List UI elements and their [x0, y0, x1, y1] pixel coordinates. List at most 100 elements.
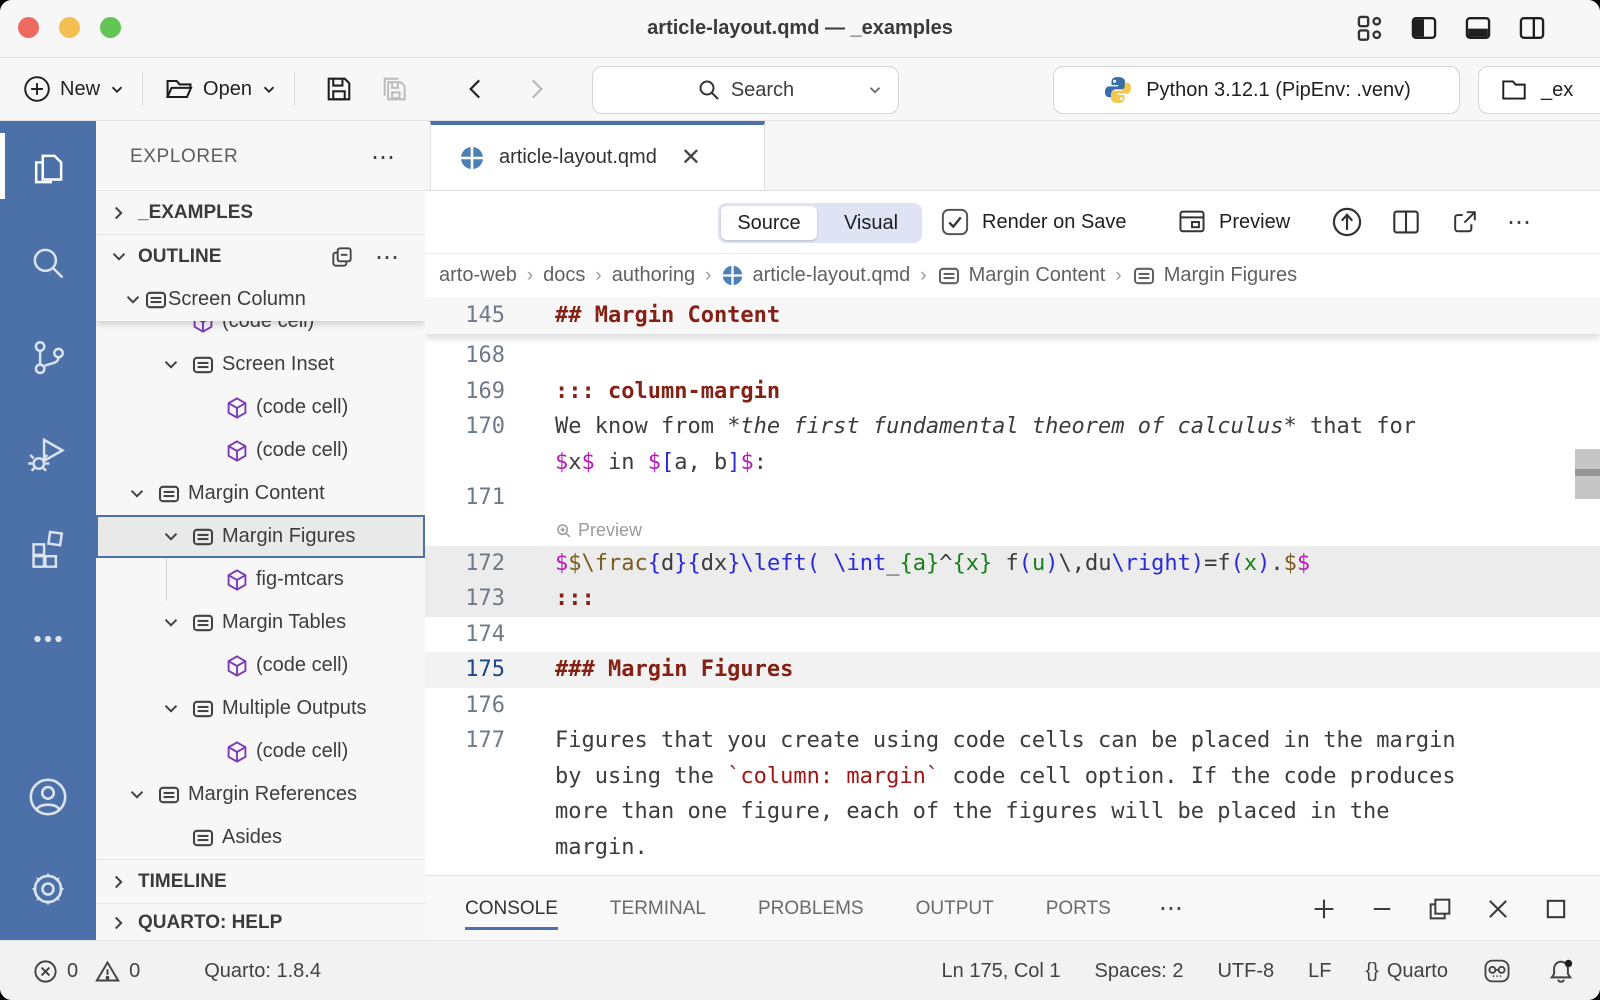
outline-item--code-cell-[interactable]: (code cell)	[96, 386, 425, 429]
error-count: 0	[67, 960, 78, 983]
language-mode-status[interactable]: {} Quarto	[1365, 960, 1448, 983]
section-outline[interactable]: OUTLINE ⋯	[96, 234, 425, 279]
outline-more-actions-icon[interactable]: ⋯	[375, 243, 401, 272]
activity-settings-button[interactable]	[0, 857, 96, 921]
feedback-smiley-icon[interactable]	[1482, 956, 1512, 986]
code-line-173[interactable]: 173:::	[425, 581, 1600, 617]
code-line-174[interactable]: 174	[425, 617, 1600, 653]
code-line-wrap[interactable]: $x$ in $[a, b]$:	[425, 445, 1600, 481]
save-all-button[interactable]	[379, 73, 411, 105]
activity-account-button[interactable]	[0, 765, 96, 829]
source-mode-button[interactable]: Source	[721, 206, 817, 240]
outline-item-screen-inset[interactable]: Screen Inset	[96, 343, 425, 386]
panel-tab-problems[interactable]: PROBLEMS	[758, 880, 864, 938]
outline-item-fig-mtcars[interactable]: fig-mtcars	[96, 558, 425, 601]
editor-more-actions-icon[interactable]: ⋯	[1507, 208, 1533, 237]
activity-extensions-button[interactable]	[0, 515, 96, 579]
breadcrumb-item[interactable]: article-layout.qmd	[721, 264, 910, 287]
preview-button[interactable]: Preview	[1177, 207, 1290, 237]
navigate-forward-button[interactable]	[521, 74, 551, 104]
explorer-more-actions-icon[interactable]: ⋯	[371, 143, 397, 172]
tab-close-icon[interactable]: ✕	[681, 143, 701, 172]
search-scope-chevron-icon[interactable]	[866, 81, 884, 99]
code-line-177[interactable]: 177Figures that you create using code ce…	[425, 723, 1600, 759]
open-button[interactable]: Open	[163, 73, 278, 105]
panel-tab-console[interactable]: CONSOLE	[465, 880, 558, 938]
outline-item-margin-tables[interactable]: Margin Tables	[96, 601, 425, 644]
outline-sticky-item[interactable]: Screen Column	[96, 278, 425, 321]
encoding-status[interactable]: UTF-8	[1217, 960, 1274, 983]
section-timeline[interactable]: TIMELINE	[96, 859, 425, 904]
breadcrumb-item[interactable]: arto-web	[439, 264, 517, 287]
outline-item-asides[interactable]: Asides	[96, 816, 425, 859]
python-interpreter-button[interactable]: Python 3.12.1 (PipEnv: .venv)	[1053, 66, 1460, 114]
toggle-primary-sidebar-icon[interactable]	[1408, 12, 1440, 44]
breadcrumb-item[interactable]: Margin Content	[937, 264, 1106, 288]
panel-minimize-icon[interactable]	[1368, 895, 1396, 923]
eol-status[interactable]: LF	[1308, 960, 1331, 983]
quarto-version-status[interactable]: Quarto: 1.8.4	[204, 960, 321, 983]
new-button[interactable]: New	[22, 74, 126, 104]
split-editor-button[interactable]	[1390, 206, 1422, 238]
activity-source-control-button[interactable]	[0, 325, 96, 389]
code-line-168[interactable]: 168	[425, 338, 1600, 374]
code-line-175[interactable]: 175### Margin Figures	[425, 652, 1600, 688]
outline-item-margin-figures[interactable]: Margin Figures	[96, 515, 425, 558]
breadcrumb-item[interactable]: Margin Figures	[1132, 264, 1297, 288]
open-external-button[interactable]	[1450, 207, 1480, 237]
line-number: 173	[425, 586, 555, 611]
section-examples[interactable]: _EXAMPLES	[96, 190, 425, 235]
code-line-172[interactable]: 172$$\frac{d}{dx}\left( \int_{a}^{x} f(u…	[425, 546, 1600, 582]
code-line-wrap[interactable]: margin.	[425, 830, 1600, 866]
problems-status[interactable]: 0 0	[32, 958, 140, 985]
tab-article-layout[interactable]: article-layout.qmd ✕	[430, 121, 765, 190]
panel-tab-ports[interactable]: PORTS	[1046, 880, 1111, 938]
toggle-panel-icon[interactable]	[1462, 12, 1494, 44]
toggle-secondary-sidebar-icon[interactable]	[1516, 12, 1548, 44]
activity-more-button[interactable]	[0, 607, 96, 671]
code-line-wrap[interactable]: by using the `column: margin` code cell …	[425, 759, 1600, 795]
workspace-button[interactable]: _ex	[1478, 66, 1600, 114]
publish-button[interactable]	[1330, 205, 1364, 239]
panel-close-icon[interactable]	[1484, 895, 1512, 923]
section-icon	[157, 783, 181, 807]
outline-item-margin-content[interactable]: Margin Content	[96, 472, 425, 515]
customize-layout-icon[interactable]	[1354, 12, 1386, 44]
code-cell-icon	[225, 740, 249, 764]
outline-item-margin-references[interactable]: Margin References	[96, 773, 425, 816]
activity-search-button[interactable]	[0, 231, 96, 295]
codelens-preview[interactable]: Preview	[425, 516, 1600, 546]
outline-item--code-cell-[interactable]: (code cell)	[96, 730, 425, 773]
outline-item--code-cell-[interactable]: (code cell)	[96, 429, 425, 472]
indentation-status[interactable]: Spaces: 2	[1095, 960, 1184, 983]
activity-explorer-button[interactable]	[0, 137, 96, 201]
breadcrumb-item[interactable]: authoring	[612, 264, 695, 287]
search-input[interactable]: Search	[592, 66, 899, 114]
cursor-position-status[interactable]: Ln 175, Col 1	[942, 960, 1061, 983]
section-quarto-help[interactable]: QUARTO: HELP	[96, 903, 425, 941]
panel-tab-output[interactable]: OUTPUT	[916, 880, 994, 938]
activity-run-debug-button[interactable]	[0, 421, 96, 485]
breadcrumb-item[interactable]: docs	[543, 264, 585, 287]
navigate-back-button[interactable]	[461, 74, 491, 104]
save-button[interactable]	[323, 73, 355, 105]
code-line-171[interactable]: 171	[425, 480, 1600, 516]
render-on-save-checkbox[interactable]: Render on Save	[940, 207, 1127, 237]
panel-new-icon[interactable]	[1310, 895, 1338, 923]
panel-restore-icon[interactable]	[1426, 895, 1454, 923]
chevron-right-icon	[521, 74, 551, 104]
panel-maximize-icon[interactable]	[1542, 895, 1570, 923]
code-line-176[interactable]: 176	[425, 688, 1600, 724]
code-editor[interactable]: 145## Margin Content 168169::: column-ma…	[425, 297, 1600, 875]
code-line-169[interactable]: 169::: column-margin	[425, 374, 1600, 410]
bell-dot-icon[interactable]	[1546, 956, 1576, 986]
outline-item-multiple-outputs[interactable]: Multiple Outputs	[96, 687, 425, 730]
outline-item--code-cell-[interactable]: (code cell)	[96, 644, 425, 687]
code-line-wrap[interactable]: more than one figure, each of the figure…	[425, 794, 1600, 830]
panel-more-tabs-icon[interactable]: ⋯	[1159, 894, 1185, 923]
visual-mode-button[interactable]: Visual	[823, 206, 919, 240]
panel-tab-terminal[interactable]: TERMINAL	[610, 880, 706, 938]
sticky-scroll-line[interactable]: 145## Margin Content	[425, 297, 1600, 334]
code-line-170[interactable]: 170We know from *the first fundamental t…	[425, 409, 1600, 445]
collapse-all-icon[interactable]	[329, 244, 355, 270]
